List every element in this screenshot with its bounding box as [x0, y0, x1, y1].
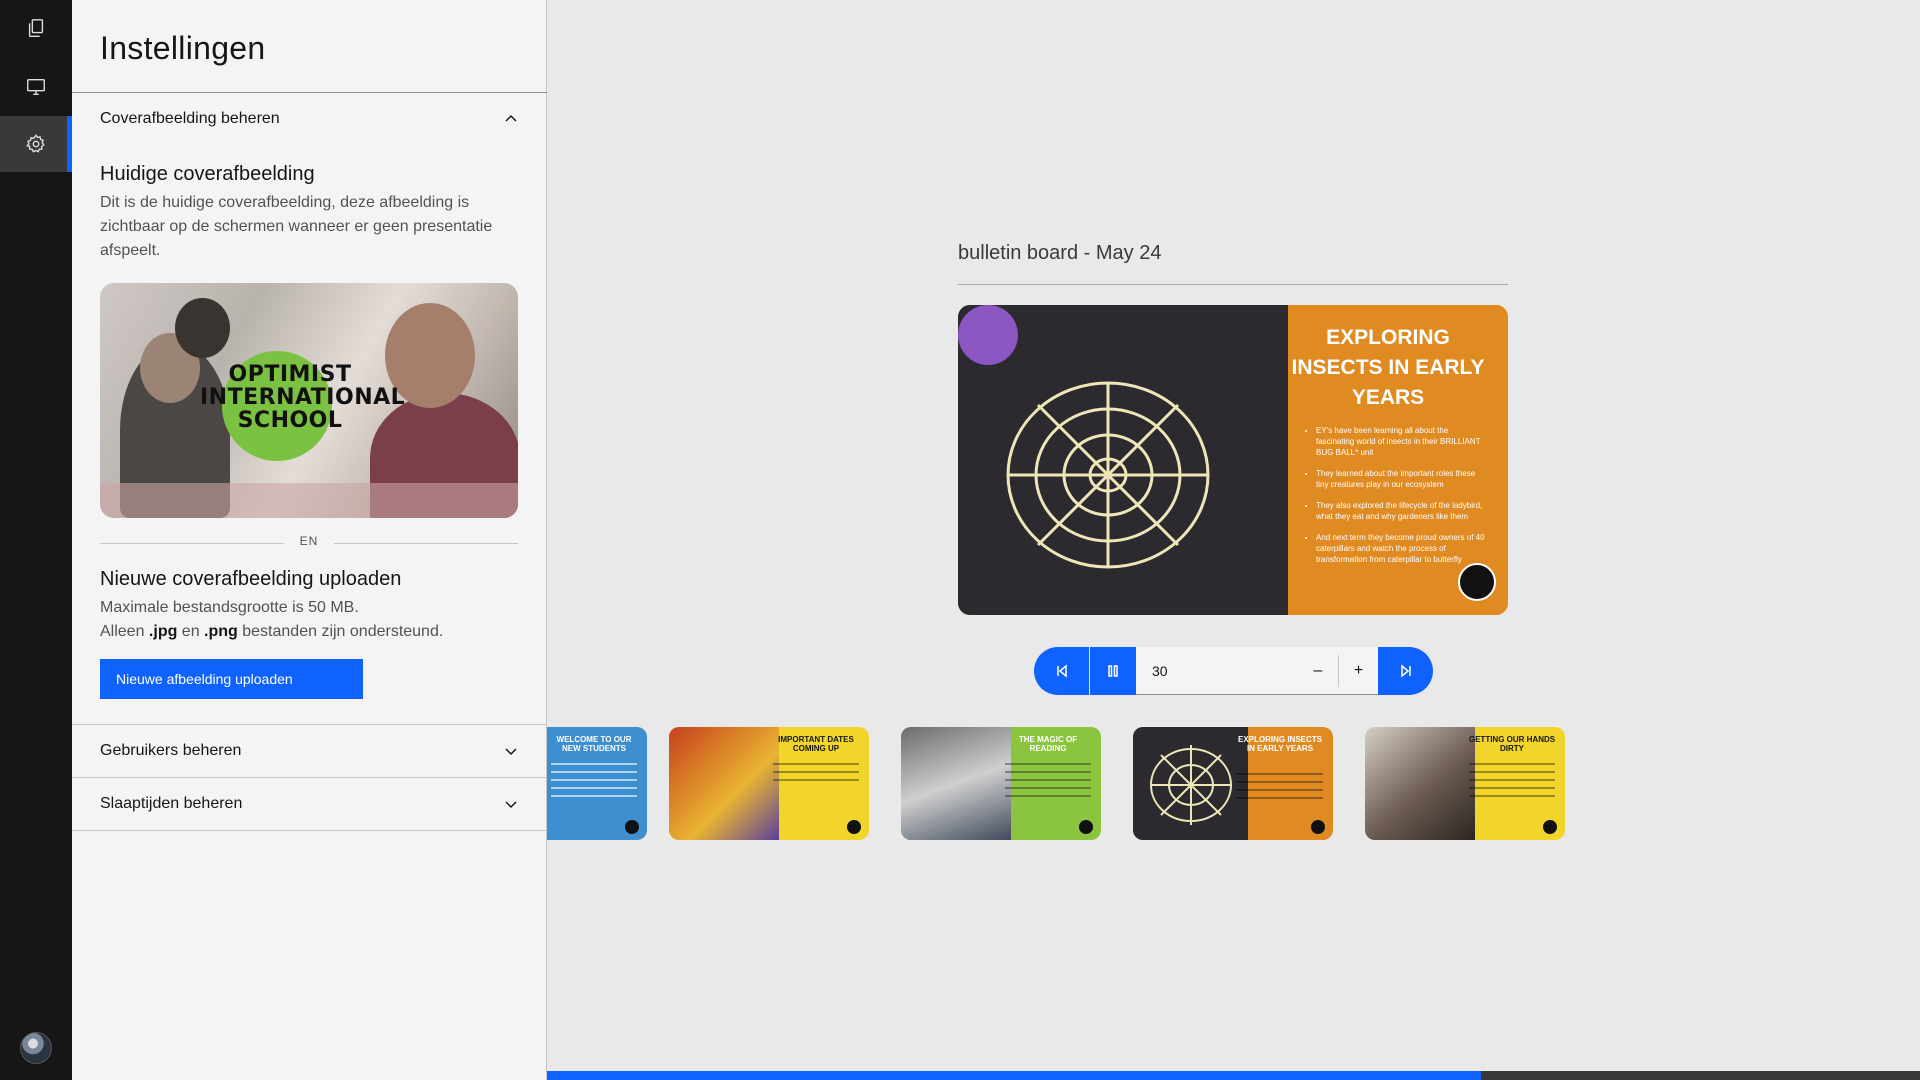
thumbnail-title: WELCOME TO OUR NEW STUDENTS: [556, 735, 632, 753]
skip-back-icon: [1056, 664, 1067, 678]
thumbnail-title: GETTING OUR HANDS DIRTY: [1468, 735, 1556, 753]
thumbnail-text-lines: [1469, 763, 1555, 803]
slide-bullet: They learned about the important roles t…: [1316, 468, 1486, 490]
divider-label: EN: [284, 534, 334, 548]
slide-thumbnail[interactable]: IMPORTANT DATES COMING UP: [669, 727, 869, 840]
slide-bullet: And next term they become proud owners o…: [1316, 532, 1486, 565]
upload-types-prefix: Alleen: [100, 623, 149, 640]
accordion-sleep-label: Slaaptijden beheren: [100, 795, 243, 812]
cover-figure: [100, 483, 518, 518]
divider: [958, 284, 1508, 285]
thumbnail-photo: [1365, 727, 1475, 840]
slide-photo: [958, 305, 1288, 615]
current-cover-description: Dit is de huidige coverafbeelding, deze …: [100, 194, 493, 259]
thumbnail-text-lines: [1005, 763, 1091, 803]
thumbnail-photo: [669, 727, 779, 840]
chevron-up-icon: [505, 114, 517, 122]
school-logo: [1079, 820, 1093, 834]
settings-panel: Instellingen Coverafbeelding beheren Hui…: [72, 0, 547, 1080]
current-cover-image: OPTIMIST INTERNATIONAL SCHOOL: [100, 283, 518, 518]
rail-item-screens[interactable]: [0, 59, 72, 115]
chevron-down-icon: [505, 748, 517, 756]
slide-bullet: They also explored the lifecycle of the …: [1316, 500, 1486, 522]
thumbnail-photo: [1133, 727, 1248, 840]
upload-image-button[interactable]: Nieuwe afbeelding uploaden: [100, 659, 363, 699]
school-logo-text: OPTIMIST INTERNATIONAL SCHOOL: [200, 362, 406, 433]
current-cover-title: Huidige coverafbeelding: [100, 163, 315, 185]
accordion-cover-header[interactable]: Coverafbeelding beheren: [72, 92, 547, 145]
jpg-type: .jpg: [148, 623, 178, 640]
upload-types-suffix: bestanden zijn ondersteund.: [237, 623, 444, 640]
slide-bullets: EY's have been learning all about the fa…: [1316, 425, 1486, 575]
slide-thumbnail[interactable]: GETTING OUR HANDS DIRTY: [1365, 727, 1565, 840]
copy-icon: [28, 19, 44, 37]
school-logo: [1311, 820, 1325, 834]
current-slide: EXPLORING INSECTS IN EARLY YEARS EY's ha…: [958, 305, 1508, 615]
pause-icon: [1108, 665, 1118, 677]
thumbnail-text-lines: [551, 763, 637, 803]
png-type: .png: [204, 623, 238, 640]
slide-thumbnail-active[interactable]: EXPLORING INSECTS IN EARLY YEARS: [1133, 727, 1333, 840]
chevron-down-icon: [505, 801, 517, 809]
interval-stepper: – +: [1136, 647, 1378, 695]
thumbnail-title: THE MAGIC OF READING: [1018, 735, 1078, 753]
thumbnail-title: EXPLORING INSECTS IN EARLY YEARS: [1237, 735, 1322, 753]
rail-item-presentations[interactable]: [0, 0, 72, 56]
slide-progress-fill: [547, 1071, 1481, 1080]
upload-types-note: Alleen .jpg en .png bestanden zijn onder…: [100, 620, 500, 644]
next-slide-button[interactable]: [1378, 647, 1433, 695]
slide-thumbnail[interactable]: WELCOME TO OUR NEW STUDENTS: [547, 727, 647, 840]
slide-bullet: EY's have been learning all about the fa…: [1316, 425, 1486, 458]
monitor-icon: [27, 78, 45, 96]
upload-size-note: Maximale bestandsgrootte is 50 MB.: [100, 599, 359, 616]
presentation-preview: bulletin board - May 24 EXPLORING INSECT…: [547, 0, 1920, 1080]
app-rail: [0, 0, 72, 1080]
thumbnail-text-lines: [773, 763, 859, 787]
accordion-users-header[interactable]: Gebruikers beheren: [72, 724, 547, 777]
thumbnail-text-lines: [1237, 773, 1323, 805]
skip-forward-icon: [1400, 664, 1411, 678]
spider-figure: [958, 305, 1018, 365]
page-title: Instellingen: [100, 30, 266, 66]
slide-title: EXPLORING INSECTS IN EARLY YEARS: [1291, 326, 1485, 409]
upload-types-mid: en: [177, 623, 205, 640]
rail-item-settings[interactable]: [0, 116, 72, 172]
spider-web-drawing: [1006, 381, 1210, 569]
pause-button[interactable]: [1090, 647, 1136, 695]
interval-input[interactable]: [1136, 647, 1296, 694]
presentation-title: bulletin board - May 24: [958, 242, 1162, 264]
decrement-button[interactable]: –: [1298, 655, 1338, 687]
cover-figure: [175, 298, 230, 358]
slide-thumbnail[interactable]: THE MAGIC OF READING: [901, 727, 1101, 840]
upload-cover-title: Nieuwe coverafbeelding uploaden: [100, 568, 402, 590]
school-logo: [847, 820, 861, 834]
previous-slide-button[interactable]: [1034, 647, 1089, 695]
accordion-bottom-rule: [72, 830, 547, 831]
gear-icon: [26, 134, 45, 153]
school-logo: [625, 820, 639, 834]
school-logo: [1543, 820, 1557, 834]
thumbnail-title: IMPORTANT DATES COMING UP: [778, 735, 854, 753]
accordion-users-label: Gebruikers beheren: [100, 742, 242, 759]
slide-progress-bar: [547, 1071, 1920, 1080]
thumbnail-photo: [901, 727, 1011, 840]
increment-button[interactable]: +: [1338, 655, 1378, 687]
accordion-sleep-header[interactable]: Slaaptijden beheren: [72, 777, 547, 830]
school-logo: [1458, 563, 1496, 601]
playback-controls: – +: [1034, 647, 1433, 695]
spider-web-drawing: [1150, 745, 1232, 825]
avatar[interactable]: [20, 1032, 52, 1064]
accordion-cover-label: Coverafbeelding beheren: [100, 110, 280, 127]
